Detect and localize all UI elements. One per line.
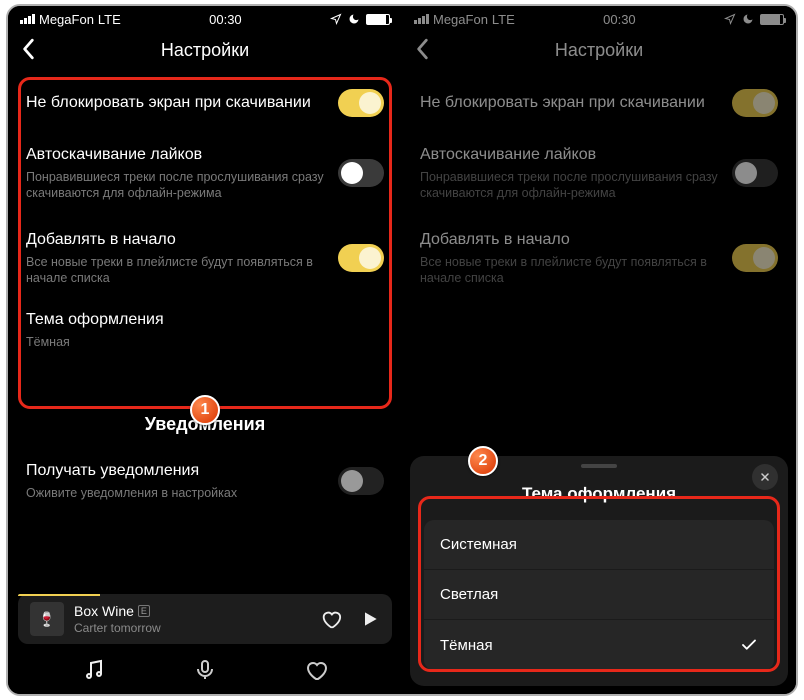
option-label: Светлая [440,586,498,603]
setting-title: Автоскачивание лайков [26,145,324,165]
setting-title: Тема оформления [26,310,384,330]
close-button[interactable] [752,464,778,490]
toggle-prepend[interactable] [732,244,778,272]
toggle-block-screen[interactable] [732,89,778,117]
moon-icon [348,13,360,25]
checkmark-icon [740,636,758,654]
moon-icon [742,13,754,25]
sheet-title: Тема оформления [410,468,788,514]
setting-title: Автоскачивание лайков [420,145,718,165]
clock: 00:30 [209,12,242,27]
setting-title: Не блокировать экран при скачивании [420,93,718,113]
location-icon [724,13,736,25]
toggle-block-screen[interactable] [338,89,384,117]
setting-autolikes[interactable]: Автоскачивание лайков Понравившиеся трек… [8,131,402,216]
setting-subtitle: Понравившиеся треки после прослушивания … [420,169,718,202]
track-artist: Carter tomorrow [74,621,310,635]
callout-badge-2: 2 [468,446,498,476]
toggle-autolikes[interactable] [338,159,384,187]
tutorial-frame: MegaFon LTE 00:30 Наст [6,4,798,696]
setting-autolikes[interactable]: Автоскачивание лайков Понравившиеся трек… [402,131,796,216]
track-title: Box Wine [74,603,134,619]
screenshot-left: MegaFon LTE 00:30 Наст [8,6,402,694]
callout-badge-1: 1 [190,395,220,425]
like-button[interactable] [320,608,342,630]
setting-prepend[interactable]: Добавлять в начало Все новые треки в пле… [8,216,402,301]
page-header: Настройки [402,32,796,75]
setting-subtitle: Все новые треки в плейлисте будут появля… [420,254,718,287]
setting-title: Не блокировать экран при скачивании [26,93,324,113]
mini-player[interactable]: 🍷 Box Wine E Carter tomorrow [18,594,392,644]
theme-option-light[interactable]: Светлая [424,569,774,619]
clock: 00:30 [603,12,636,27]
setting-prepend[interactable]: Добавлять в начало Все новые треки в пле… [402,216,796,301]
setting-block-screen[interactable]: Не блокировать экран при скачивании [402,75,796,131]
toggle-autolikes[interactable] [732,159,778,187]
back-button[interactable] [416,38,430,60]
setting-subtitle: Все новые треки в плейлисте будут появля… [26,254,324,287]
back-button[interactable] [22,38,36,60]
status-bar: MegaFon LTE 00:30 [402,6,796,32]
play-button[interactable] [360,609,380,629]
page-header: Настройки [8,32,402,75]
toggle-notifications[interactable] [338,467,384,495]
carrier-label: MegaFon [39,12,94,27]
page-title: Настройки [161,40,249,60]
network-label: LTE [492,12,515,27]
battery-icon [760,14,784,25]
battery-icon [366,14,390,25]
setting-theme[interactable]: Тема оформления Тёмная [8,300,402,366]
location-icon [330,13,342,25]
tab-liked[interactable] [304,658,328,682]
toggle-prepend[interactable] [338,244,384,272]
setting-value: Тёмная [26,334,384,350]
option-label: Тёмная [440,637,493,654]
carrier-label: MegaFon [433,12,488,27]
setting-notifications[interactable]: Получать уведомления Оживите уведомления… [8,447,402,505]
album-art: 🍷 [30,602,64,636]
status-bar: MegaFon LTE 00:30 [8,6,402,32]
setting-subtitle: Понравившиеся треки после прослушивания … [26,169,324,202]
signal-icon [414,14,429,24]
tab-bar [8,644,402,694]
tab-podcasts[interactable] [193,658,217,682]
network-label: LTE [98,12,121,27]
theme-sheet: 2 Тема оформления Системная Светлая Тёмн… [410,456,788,686]
theme-option-dark[interactable]: Тёмная [424,619,774,670]
setting-title: Получать уведомления [26,461,324,481]
tab-music[interactable] [82,658,106,682]
explicit-badge: E [138,605,150,617]
setting-subtitle: Оживите уведомления в настройках [26,485,324,501]
setting-title: Добавлять в начало [420,230,718,250]
setting-title: Добавлять в начало [26,230,324,250]
setting-block-screen[interactable]: Не блокировать экран при скачивании [8,75,402,131]
option-label: Системная [440,536,517,553]
theme-option-system[interactable]: Системная [424,520,774,569]
screenshot-right: MegaFon LTE 00:30 Наст [402,6,796,694]
signal-icon [20,14,35,24]
page-title: Настройки [555,40,643,60]
